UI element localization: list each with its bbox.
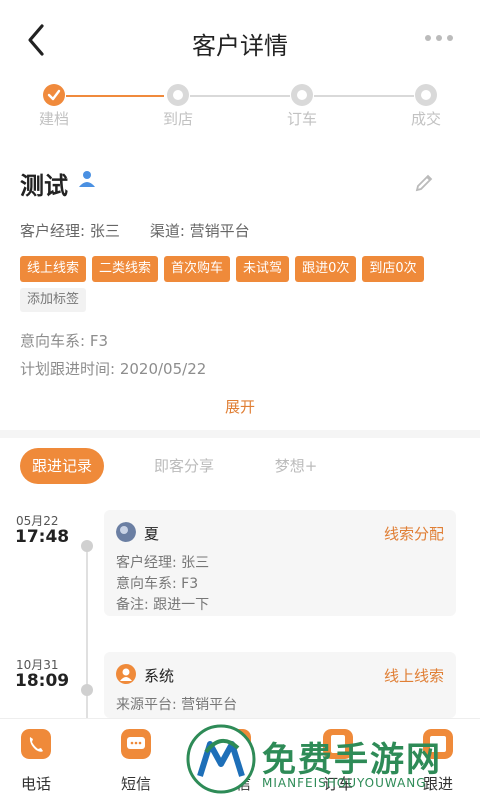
step-pending-icon [415,84,437,106]
sms-label: 短信 [120,775,151,793]
tab-follow-records[interactable]: 跟进记录 [20,448,104,484]
progress-stepper: 建档 到店 订车 成交 [0,84,480,134]
watermark-logo [186,724,256,794]
tag: 未试驾 [236,256,290,282]
avatar [116,522,136,542]
record-time: 18:09 [15,671,70,691]
record-type: 线索分配 [383,525,444,543]
timeline-dot [81,540,93,552]
step-pending-icon [167,84,189,106]
edit-icon[interactable] [414,170,436,192]
record-author: 夏 [144,525,160,543]
tab-share[interactable]: 即客分享 [146,448,222,484]
record-line: 意向车系: F3 [116,576,199,592]
tag-list: 线上线索 二类线索 首次购车 未试驾 跟进0次 到店0次 添加标签 [20,256,460,312]
tag: 跟进0次 [295,256,357,282]
record-line: 备注: 跟进一下 [116,597,210,613]
sms-button[interactable]: 短信 [96,729,176,794]
tag: 二类线索 [92,256,159,282]
channel-text: 渠道: 营销平台 [149,222,250,240]
intent-series: 意向车系: F3 [20,332,108,350]
record-time: 17:48 [15,527,70,547]
customer-name: 测试 [20,172,68,200]
customer-info-row: 客户经理: 张三 渠道: 营销平台 [20,220,250,241]
step-label: 建档 [38,110,69,128]
step-done-icon [43,84,65,106]
step-connector [190,95,290,97]
watermark-text: 免费手游网 [262,740,442,780]
phone-icon [21,729,51,759]
plan-time: 计划跟进时间: 2020/05/22 [20,360,207,378]
record-card[interactable]: 夏 线索分配 客户经理: 张三 意向车系: F3 备注: 跟进一下 [104,510,456,616]
more-icon[interactable] [424,30,454,46]
page-title: 客户详情 [192,32,288,60]
step-label: 到店 [162,110,193,128]
timeline-line [86,546,88,736]
tag: 到店0次 [362,256,424,282]
record-type: 线上线索 [383,667,444,685]
step-connector [314,95,414,97]
phone-label: 电话 [20,775,51,793]
header: 客户详情 [0,0,480,80]
step-label: 成交 [410,110,441,128]
sms-icon [121,729,151,759]
record-card[interactable]: 系统 线上线索 来源平台: 营销平台 [104,652,456,718]
phone-button[interactable]: 电话 [0,729,76,794]
person-icon [79,171,95,187]
system-avatar-icon [116,664,136,684]
record-author: 系统 [144,667,175,685]
record-line: 客户经理: 张三 [116,555,210,571]
step-pending-icon [291,84,313,106]
tab-bar: 跟进记录 即客分享 梦想+ [0,446,480,486]
tag: 线上线索 [20,256,87,282]
manager-text: 客户经理: 张三 [20,222,120,240]
section-divider [0,430,480,438]
tab-dream[interactable]: 梦想+ [268,448,324,484]
step-connector-done [66,95,164,97]
add-tag-button[interactable]: 添加标签 [20,288,87,312]
watermark: 免费手游网 MIANFEISHOUYOUWANG [184,718,480,800]
timeline-dot [81,684,93,696]
watermark-subtext: MIANFEISHOUYOUWANG [262,776,427,790]
tag: 首次购车 [164,256,231,282]
expand-button[interactable]: 展开 [0,396,480,417]
record-line: 来源平台: 营销平台 [116,697,238,713]
step-label: 订车 [286,110,317,128]
